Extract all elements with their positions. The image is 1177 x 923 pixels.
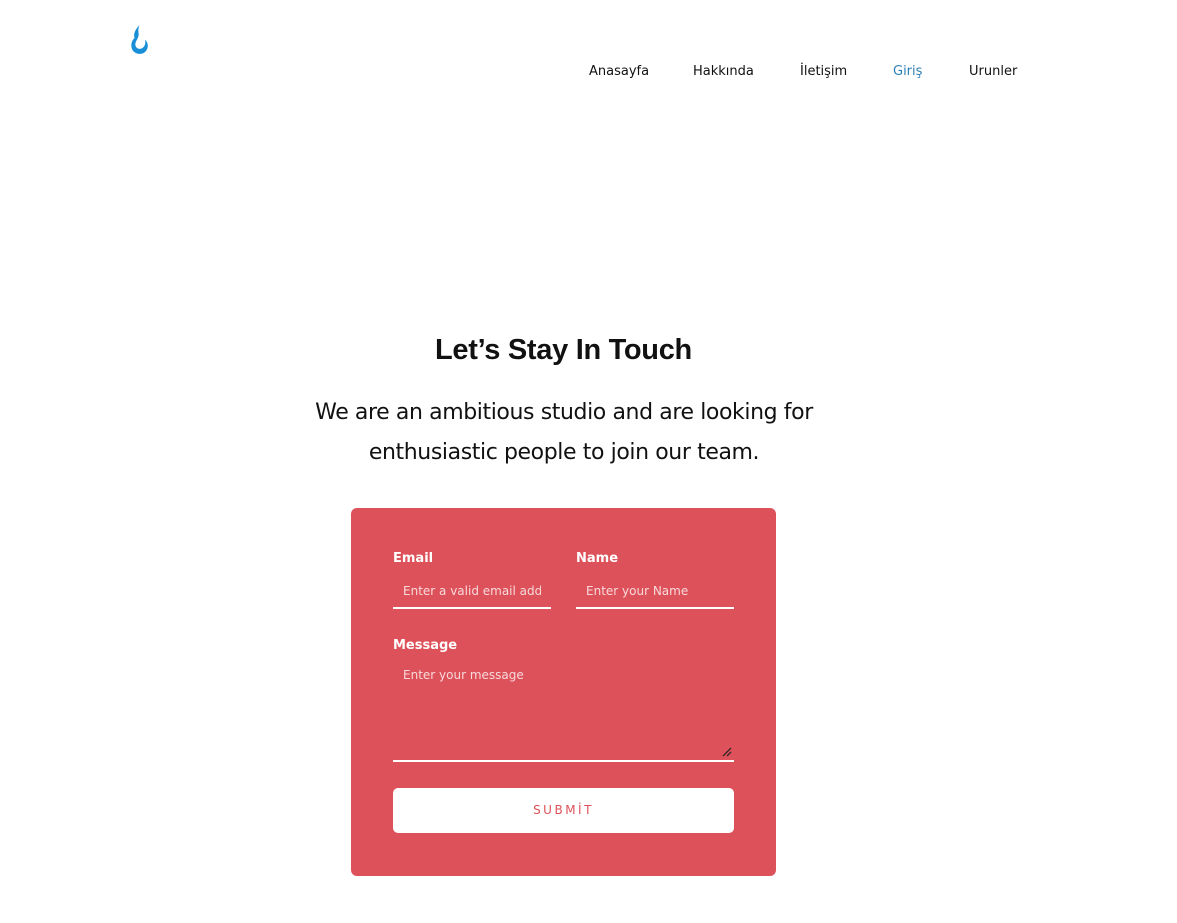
resize-handle-icon[interactable] — [722, 747, 732, 757]
nav-item-products[interactable]: Urunler — [969, 63, 1017, 81]
page-title: Let’s Stay In Touch — [435, 334, 692, 366]
email-label: Email — [393, 551, 434, 566]
message-label: Message — [393, 638, 458, 653]
water-drop-icon[interactable] — [127, 24, 151, 56]
nav-item-contact[interactable]: İletişim — [800, 63, 847, 81]
main-nav: Anasayfa Hakkında İletişim Giriş Urunler — [0, 63, 1177, 83]
nav-item-home[interactable]: Anasayfa — [589, 63, 649, 81]
message-field[interactable] — [393, 658, 734, 762]
submit-button[interactable]: SUBMİT — [393, 788, 734, 833]
name-field[interactable] — [576, 575, 734, 609]
page: Anasayfa Hakkında İletişim Giriş Urunler… — [0, 0, 1177, 923]
nav-item-about[interactable]: Hakkında — [693, 63, 754, 81]
name-label: Name — [576, 551, 619, 566]
nav-item-login[interactable]: Giriş — [893, 63, 922, 81]
page-subtitle: We are an ambitious studio and are looki… — [315, 400, 813, 465]
email-field[interactable] — [393, 575, 551, 609]
